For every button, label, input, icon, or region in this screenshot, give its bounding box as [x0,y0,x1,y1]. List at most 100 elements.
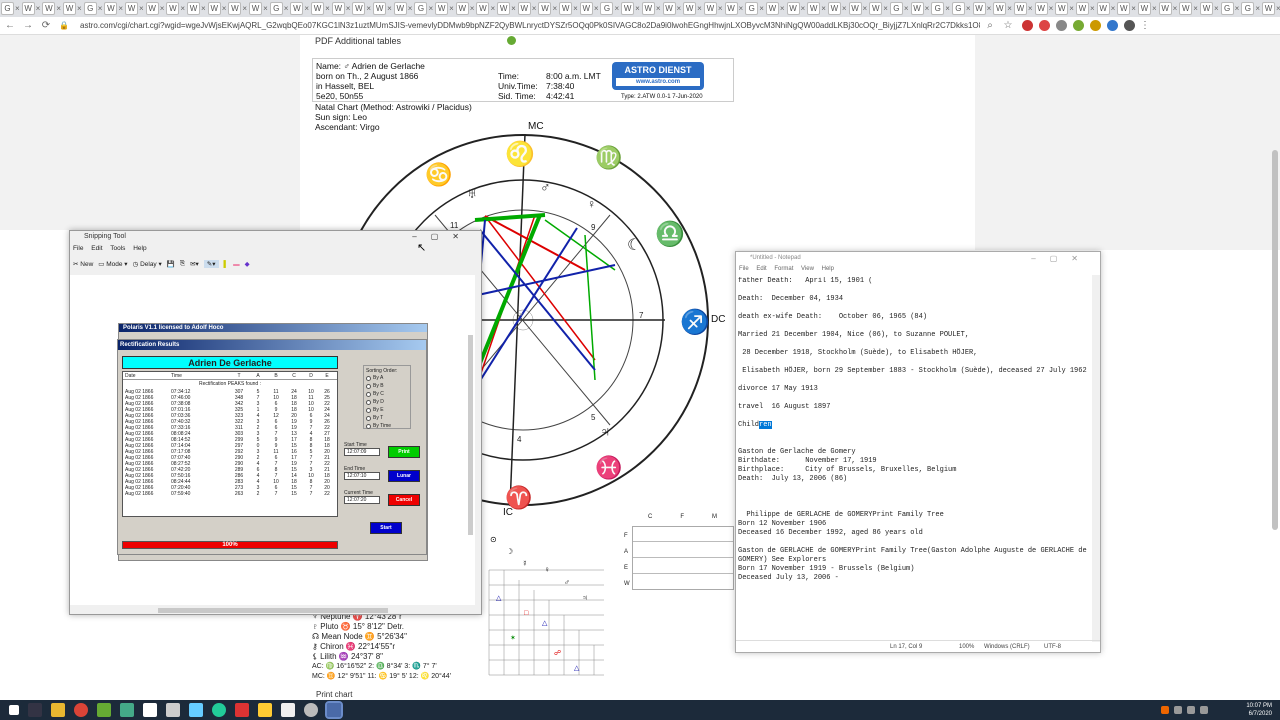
polaris-titlebar[interactable]: Polaris V1.1 licensed to Adolf Hoco [119,324,427,332]
extension-icon[interactable] [1022,20,1033,31]
tab-close-icon[interactable]: × [573,4,578,13]
browser-tab[interactable]: G [1220,2,1234,15]
browser-tab[interactable]: W [166,2,180,15]
browser-tab[interactable]: G [889,2,903,15]
browser-tab[interactable]: W [373,2,387,15]
dialog-title[interactable]: Rectification Results [118,340,426,350]
browser-tab[interactable]: G [1241,2,1255,15]
radio-icon[interactable] [366,383,371,389]
table-row[interactable]: Aug 02 1866 07:59:40 263 2 7 15 7 22 [123,491,337,497]
menu-item-tools[interactable]: Tools [110,245,125,252]
tab-close-icon[interactable]: × [139,4,144,13]
snipping-tool-task-icon[interactable] [325,701,343,719]
address-bar[interactable]: astro.com/cgi/chart.cgi?wgid=wgeJvWjsEKw… [80,19,980,33]
canvas-hscroll[interactable] [70,607,475,614]
tab-close-icon[interactable]: × [1028,4,1033,13]
tab-close-icon[interactable]: × [656,4,661,13]
radio-icon[interactable] [366,423,371,429]
browser-tab[interactable]: W [1261,2,1275,15]
tab-close-icon[interactable]: × [863,4,868,13]
email-icon[interactable]: ✉▾ [190,260,199,268]
pdf-additional-tables-link[interactable]: PDF Additional tables [315,36,401,46]
start-button[interactable]: Start [370,522,402,534]
tab-close-icon[interactable]: × [759,4,764,13]
tab-close-icon[interactable]: × [160,4,165,13]
browser-tab[interactable]: W [145,2,159,15]
browser-tab[interactable]: W [352,2,366,15]
browser-tab[interactable]: W [869,2,883,15]
menu-item-help[interactable]: Help [133,245,146,252]
browser-tab[interactable]: W [1013,2,1027,15]
extension-icon[interactable] [1090,20,1101,31]
tab-close-icon[interactable]: × [1007,4,1012,13]
tab-close-icon[interactable]: × [180,4,185,13]
page-scrollbar-thumb[interactable] [1272,150,1278,530]
tab-close-icon[interactable]: × [346,4,351,13]
browser-tab[interactable]: W [311,2,325,15]
radio-icon[interactable] [366,375,371,381]
sort-option-radio[interactable]: By E [366,406,408,414]
sort-option-radio[interactable]: By B [366,382,408,390]
tray-icon[interactable] [1174,706,1182,714]
astrodienst-logo[interactable]: ASTRO DIENST www.astro.com [612,62,704,90]
tab-close-icon[interactable]: × [718,4,723,13]
menu-item-format[interactable]: Format [774,266,793,272]
tab-close-icon[interactable]: × [408,4,413,13]
browser-tab[interactable]: W [786,2,800,15]
copy-icon[interactable]: ⎘ [180,260,185,268]
menu-item-file[interactable]: File [73,245,83,252]
tab-close-icon[interactable]: × [201,4,206,13]
tab-close-icon[interactable]: × [284,4,289,13]
tab-close-icon[interactable]: × [1214,4,1219,13]
zoom-icon[interactable]: ⌕ [982,20,998,31]
start-button-icon[interactable] [9,705,19,715]
browser-tab[interactable]: W [517,2,531,15]
browser-tab[interactable]: W [1137,2,1151,15]
tab-close-icon[interactable]: × [552,4,557,13]
browser-tab[interactable]: G [600,2,614,15]
app-icon[interactable] [258,703,272,717]
highlighter-icon[interactable]: ▌ [224,261,229,268]
back-icon[interactable]: ← [2,20,18,31]
tab-close-icon[interactable]: × [511,4,516,13]
browser-tab[interactable]: W [910,2,924,15]
browser-tab[interactable]: G [414,2,428,15]
tray-icon[interactable] [1187,706,1195,714]
browser-tab[interactable]: W [497,2,511,15]
browser-tab[interactable]: W [683,2,697,15]
cancel-button[interactable]: Cancel [388,494,420,506]
browser-tab[interactable]: W [1096,2,1110,15]
menu-kebab-icon[interactable]: ⋮ [1137,20,1153,31]
app-icon[interactable] [235,703,249,717]
browser-tab[interactable]: W [1055,2,1069,15]
tab-close-icon[interactable]: × [36,4,41,13]
tab-close-icon[interactable]: × [98,4,103,13]
tab-close-icon[interactable]: × [1193,4,1198,13]
print-button[interactable]: Print [388,446,420,458]
browser-tab[interactable]: W [621,2,635,15]
tab-close-icon[interactable]: × [594,4,599,13]
tab-close-icon[interactable]: × [842,4,847,13]
browser-tab[interactable]: W [476,2,490,15]
browser-tab[interactable]: W [1034,2,1048,15]
menu-item-edit[interactable]: Edit [756,266,766,272]
tab-close-icon[interactable]: × [1255,4,1260,13]
text-selection[interactable]: ren [759,421,772,429]
tab-close-icon[interactable]: × [987,4,992,13]
app-icon[interactable] [120,703,134,717]
sort-option-radio[interactable]: By D [366,398,408,406]
tab-close-icon[interactable]: × [56,4,61,13]
app-icon[interactable] [281,703,295,717]
browser-tab[interactable]: G [269,2,283,15]
menu-item-file[interactable]: File [739,266,749,272]
browser-tab[interactable]: W [207,2,221,15]
tab-close-icon[interactable]: × [222,4,227,13]
browser-tab[interactable]: W [848,2,862,15]
menu-item-view[interactable]: View [801,266,814,272]
app-icon[interactable] [189,703,203,717]
tab-close-icon[interactable]: × [1276,4,1280,13]
browser-tab[interactable]: W [538,2,552,15]
tab-close-icon[interactable]: × [1049,4,1054,13]
notepad-vscroll[interactable] [1092,275,1100,642]
tab-close-icon[interactable]: × [697,4,702,13]
